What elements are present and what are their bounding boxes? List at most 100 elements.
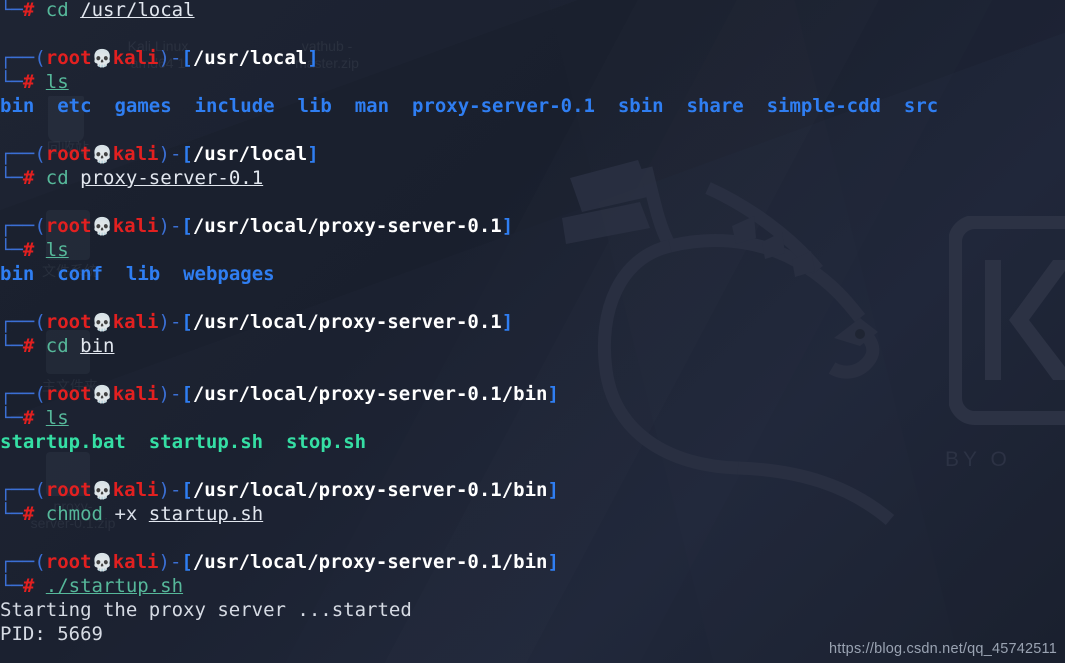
ls-entry: bin	[0, 95, 35, 117]
output-text: Starting the proxy server ...started	[0, 599, 412, 621]
prompt-username: root	[45, 551, 92, 573]
prompt-connector-bottom: └─	[0, 239, 23, 261]
command-name: cd	[45, 335, 69, 357]
command-line[interactable]: └─# chmod +x startup.sh	[0, 502, 1065, 526]
prompt-connector-bottom: └─	[0, 575, 23, 597]
ls-entry: games	[114, 95, 172, 117]
prompt-open-paren: (	[34, 143, 46, 165]
prompt-open-bracket: [	[181, 311, 193, 333]
prompt-line-path: ┌──(root💀kali)-[/usr/local/proxy-server-…	[0, 310, 1065, 334]
skull-icon: 💀	[91, 553, 113, 573]
prompt-open-bracket: [	[181, 47, 193, 69]
prompt-hostname: kali	[112, 143, 159, 165]
command-argument: bin	[80, 335, 115, 357]
prompt-open-bracket: [	[181, 383, 193, 405]
prompt-hash: #	[22, 167, 35, 189]
prompt-close-bracket: ]	[547, 383, 559, 405]
prompt-close-bracket: ]	[307, 143, 319, 165]
prompt-line-path: ┌──(root💀kali)-[/usr/local/proxy-server-…	[0, 478, 1065, 502]
prompt-open-bracket: [	[181, 215, 193, 237]
prompt-hash: #	[22, 335, 35, 357]
prompt-close-paren: )	[158, 47, 170, 69]
ls-output-row: bin conf lib webpages	[0, 262, 1065, 286]
prompt-hash: #	[22, 575, 35, 597]
command-line[interactable]: └─# cd bin	[0, 334, 1065, 358]
terminal-output-area[interactable]: └─# cd /usr/local ┌──(root💀kali)-[/usr/lo…	[0, 0, 1065, 663]
output-text: PID: 5669	[0, 623, 103, 645]
prompt-hostname: kali	[112, 551, 159, 573]
prompt-username: root	[45, 143, 92, 165]
prompt-close-paren: )	[158, 215, 170, 237]
prompt-close-paren: )	[158, 479, 170, 501]
prompt-close-bracket: ]	[307, 47, 319, 69]
prompt-dash: -	[169, 143, 182, 165]
ls-entry: webpages	[183, 263, 275, 285]
prompt-open-paren: (	[34, 215, 46, 237]
csdn-watermark: https://blog.csdn.net/qq_45742511	[828, 641, 1057, 657]
command-line[interactable]: └─# ./startup.sh	[0, 574, 1065, 598]
prompt-connector-bottom: └─	[0, 503, 23, 525]
prompt-open-bracket: [	[181, 551, 193, 573]
command-line[interactable]: └─# ls	[0, 406, 1065, 430]
ls-entry: sbin	[617, 95, 664, 117]
command-line[interactable]: └─# ls	[0, 70, 1065, 94]
prompt-hostname: kali	[112, 383, 159, 405]
command-line[interactable]: └─# ls	[0, 238, 1065, 262]
prompt-connector-top: ┌──	[0, 215, 35, 237]
skull-icon: 💀	[91, 313, 113, 333]
command-argument: proxy-server-0.1	[80, 167, 264, 189]
prompt-connector-top: ┌──	[0, 311, 35, 333]
prompt-dash: -	[169, 383, 182, 405]
ls-entry: include	[194, 95, 275, 117]
command-name: ls	[45, 239, 69, 261]
command-name: ls	[45, 407, 69, 429]
prompt-hash: #	[22, 0, 35, 21]
prompt-open-bracket: [	[181, 143, 193, 165]
prompt-line-path: ┌──(root💀kali)-[/usr/local/proxy-server-…	[0, 550, 1065, 574]
command-argument: /usr/local	[80, 0, 195, 21]
command-line[interactable]: └─# cd /usr/local	[0, 0, 1065, 22]
prompt-line-path: ┌──(root💀kali)-[/usr/local]	[0, 46, 1065, 70]
prompt-line-path: ┌──(root💀kali)-[/usr/local]	[0, 142, 1065, 166]
prompt-cwd: /usr/local/proxy-server-0.1/bin	[192, 551, 548, 573]
prompt-hostname: kali	[112, 215, 159, 237]
command-flag: +x	[114, 503, 149, 525]
ls-output-row: startup.bat startup.sh stop.sh	[0, 430, 1065, 454]
prompt-close-paren: )	[158, 551, 170, 573]
ls-entry: startup.sh	[148, 431, 264, 453]
prompt-cwd: /usr/local/proxy-server-0.1	[192, 311, 502, 333]
command-name: chmod	[45, 503, 103, 525]
ls-output-row: bin etc games include lib man proxy-serv…	[0, 94, 1065, 118]
prompt-connector-bottom: └─	[0, 0, 23, 21]
prompt-close-bracket: ]	[501, 311, 514, 333]
prompt-cwd: /usr/local	[192, 47, 308, 69]
prompt-connector-top: ┌──	[0, 383, 35, 405]
prompt-open-paren: (	[34, 551, 46, 573]
prompt-connector-top: ┌──	[0, 479, 35, 501]
prompt-cwd: /usr/local/proxy-server-0.1	[192, 215, 502, 237]
prompt-dash: -	[169, 215, 182, 237]
prompt-hash: #	[22, 407, 35, 429]
ls-entry: stop.sh	[286, 431, 367, 453]
prompt-cwd: /usr/local/proxy-server-0.1/bin	[192, 383, 548, 405]
prompt-open-bracket: [	[181, 479, 193, 501]
command-line[interactable]: └─# cd proxy-server-0.1	[0, 166, 1065, 190]
prompt-open-paren: (	[34, 311, 46, 333]
ls-entry: simple-cdd	[766, 95, 881, 117]
